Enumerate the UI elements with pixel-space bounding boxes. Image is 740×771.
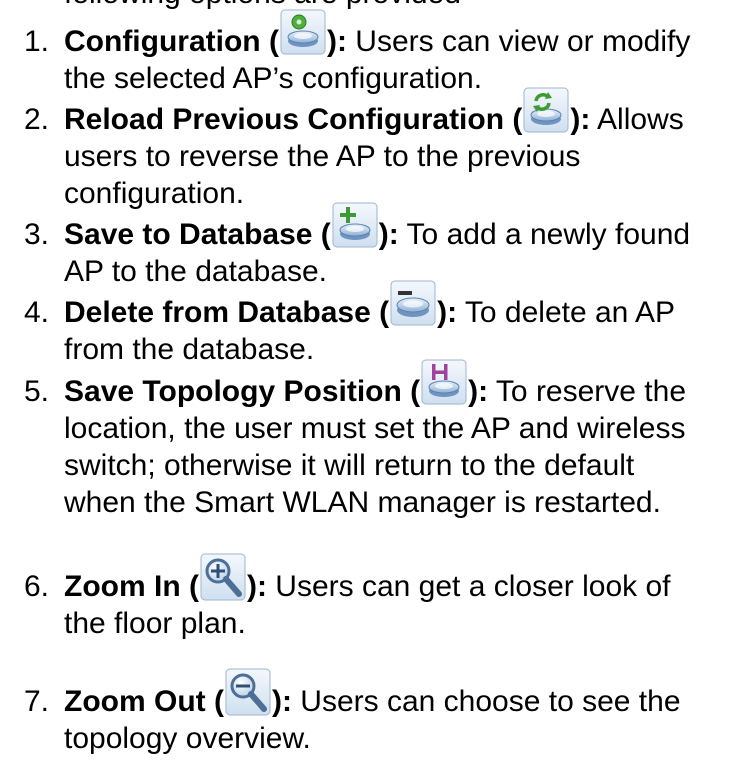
item-title-close: ):: [468, 375, 489, 408]
item-number: 3.: [24, 218, 50, 251]
item-description-line: from the database.: [64, 333, 315, 366]
item-description: To delete an AP: [457, 296, 676, 329]
delete-from-database-icon: [389, 280, 437, 331]
item-number: 6.: [24, 570, 50, 603]
item-description-line: configuration.: [64, 177, 245, 210]
item-title: Save Topology Position (: [64, 375, 421, 408]
reload-configuration-icon: [522, 87, 570, 138]
save-to-database-icon: [331, 202, 379, 253]
item-title: Configuration (: [64, 25, 279, 58]
item-number: 4.: [24, 296, 50, 329]
item-title: Reload Previous Configuration (: [64, 103, 523, 136]
item-title-close: ):: [437, 296, 458, 329]
item-title-close: ):: [570, 103, 591, 136]
item-title: Delete from Database (: [64, 296, 390, 329]
item-description: Allows: [590, 103, 684, 136]
item-body: Zoom Out (): Users can choose to see the…: [64, 668, 736, 757]
item-title: Zoom In (: [64, 570, 199, 603]
item-description-line: switch; otherwise it will return to the …: [64, 449, 635, 482]
previous-paragraph-fragment: following options are provided: [0, 0, 740, 14]
item-title-close: ):: [246, 570, 267, 603]
item-description: To reserve the: [488, 375, 687, 408]
item-body: Reload Previous Configuration (): Allows…: [64, 87, 736, 212]
item-body: Save Topology Position (): To reserve th…: [64, 359, 736, 521]
item-number: 1.: [24, 25, 50, 58]
item-number: 7.: [24, 685, 50, 718]
item-title-close: ):: [326, 25, 347, 58]
item-number: 2.: [24, 103, 50, 136]
zoom-out-icon: [224, 668, 272, 720]
save-topology-position-icon: [420, 359, 468, 410]
item-body: Zoom In (): Users can get a closer look …: [64, 553, 736, 642]
item-description: Users can view or modify: [346, 25, 691, 58]
item-description-line: topology overview.: [64, 722, 311, 755]
zoom-in-icon: [199, 553, 247, 605]
item-description: To add a newly found: [398, 218, 691, 251]
item-title-close: ):: [271, 685, 292, 718]
configuration-icon: [279, 9, 327, 60]
item-title: Zoom Out (: [64, 685, 224, 718]
item-number: 5.: [24, 375, 50, 408]
item-body: Delete from Database (): To delete an AP…: [64, 280, 736, 368]
item-title: Save to Database (: [64, 218, 331, 251]
item-title-close: ):: [378, 218, 399, 251]
item-description-line: the selected AP’s configuration.: [64, 62, 483, 95]
item-description: Users can choose to see the: [291, 685, 681, 718]
item-description-line: users to reverse the AP to the previous: [64, 140, 581, 173]
item-description-line: the floor plan.: [64, 607, 246, 640]
item-description-line: location, the user must set the AP and w…: [64, 412, 686, 445]
item-description-line: when the Smart WLAN manager is restarted…: [64, 486, 661, 519]
item-description: Users can get a closer look of: [266, 570, 671, 603]
item-body: Configuration (): Users can view or modi…: [64, 9, 736, 97]
